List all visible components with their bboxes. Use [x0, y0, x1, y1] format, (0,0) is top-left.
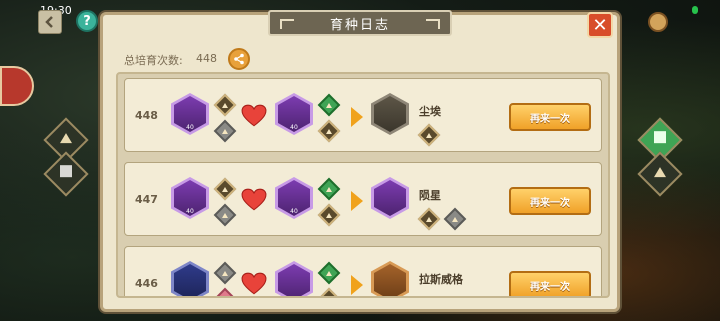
result-element-1: [417, 207, 441, 231]
parent2-element-1: [317, 261, 341, 285]
parent1-element-1: [213, 261, 237, 285]
breed-again-button[interactable]: 再来一次: [509, 103, 591, 131]
mountain-icon: [60, 131, 72, 144]
parent2-element-1: [317, 177, 341, 201]
heart-icon: [241, 104, 267, 127]
result-portrait[interactable]: [371, 177, 409, 219]
heart-element-icon: [222, 296, 228, 298]
hammer-icon: [222, 270, 228, 276]
parent1-element-2: [213, 119, 237, 143]
total-breeds-label: 总培育次数:: [124, 54, 183, 67]
total-breeds-value: 448: [196, 52, 217, 65]
panel-title: 育种日志: [268, 10, 452, 36]
result-portrait[interactable]: [371, 261, 409, 296]
log-row: 446 拉斯威格 再来一次: [124, 246, 602, 298]
hammer-icon: [60, 165, 72, 178]
mountain-icon: [426, 216, 432, 222]
hammer-icon: [222, 212, 228, 218]
row-number: 447: [135, 193, 158, 206]
chevron-left-icon: [45, 16, 53, 28]
share-button[interactable]: [228, 48, 250, 70]
result-name: 尘埃: [419, 105, 441, 118]
status-indicator-icon: [692, 6, 698, 14]
mountain-icon: [426, 132, 432, 138]
mountain-icon: [326, 296, 332, 298]
breed-again-button[interactable]: 再来一次: [509, 271, 591, 296]
parent2-element-2: [317, 287, 341, 298]
hammer-icon: [452, 216, 458, 222]
leaf-icon: [326, 270, 332, 276]
heart-icon: [241, 188, 267, 211]
mountain-icon: [326, 212, 332, 218]
close-button[interactable]: ✕: [587, 12, 613, 38]
parent1-element-2: [213, 203, 237, 227]
result-name: 拉斯威格: [419, 273, 463, 286]
result-name: 陨星: [419, 189, 441, 202]
share-icon: [234, 53, 244, 65]
parent1-level: 40: [186, 124, 194, 131]
mountain-icon: [222, 102, 228, 108]
row-number: 446: [135, 277, 158, 290]
parent1-portrait[interactable]: 40: [171, 93, 209, 135]
back-button[interactable]: [38, 10, 62, 34]
leaf-icon: [654, 131, 666, 144]
heart-icon: [241, 272, 267, 295]
mountain-icon: [326, 128, 332, 134]
currency-icon[interactable]: [648, 12, 668, 32]
leaf-icon: [326, 102, 332, 108]
parent1-level: 40: [186, 208, 194, 215]
log-row: 447 40 40 陨星 再来一次: [124, 162, 602, 236]
parent2-portrait[interactable]: 40: [275, 93, 313, 135]
parent1-element-1: [213, 93, 237, 117]
parent2-level: 40: [290, 208, 298, 215]
parent2-element-1: [317, 93, 341, 117]
parent2-level: 40: [290, 124, 298, 131]
leaf-icon: [326, 186, 332, 192]
breeding-log-list[interactable]: 448 40 40 尘埃 再来一次 447 40 40 陨星 再来一次 446 …: [116, 72, 610, 298]
parent2-portrait[interactable]: 40: [275, 177, 313, 219]
row-number: 448: [135, 109, 158, 122]
mountain-icon: [654, 165, 666, 178]
log-row: 448 40 40 尘埃 再来一次: [124, 78, 602, 152]
play-arrow-icon: [351, 191, 363, 211]
parent1-element-2: [213, 287, 237, 298]
play-arrow-icon: [351, 107, 363, 127]
help-button[interactable]: ?: [76, 10, 98, 32]
parent2-element-2: [317, 203, 341, 227]
mountain-icon: [222, 186, 228, 192]
parent2-portrait[interactable]: [275, 261, 313, 296]
hammer-icon: [222, 128, 228, 134]
result-element-2: [443, 207, 467, 231]
parent1-portrait[interactable]: [171, 261, 209, 296]
parent1-portrait[interactable]: 40: [171, 177, 209, 219]
result-element-1: [417, 123, 441, 147]
parent1-element-1: [213, 177, 237, 201]
breed-again-button[interactable]: 再来一次: [509, 187, 591, 215]
play-arrow-icon: [351, 275, 363, 295]
parent2-element-2: [317, 119, 341, 143]
result-portrait[interactable]: [371, 93, 409, 135]
